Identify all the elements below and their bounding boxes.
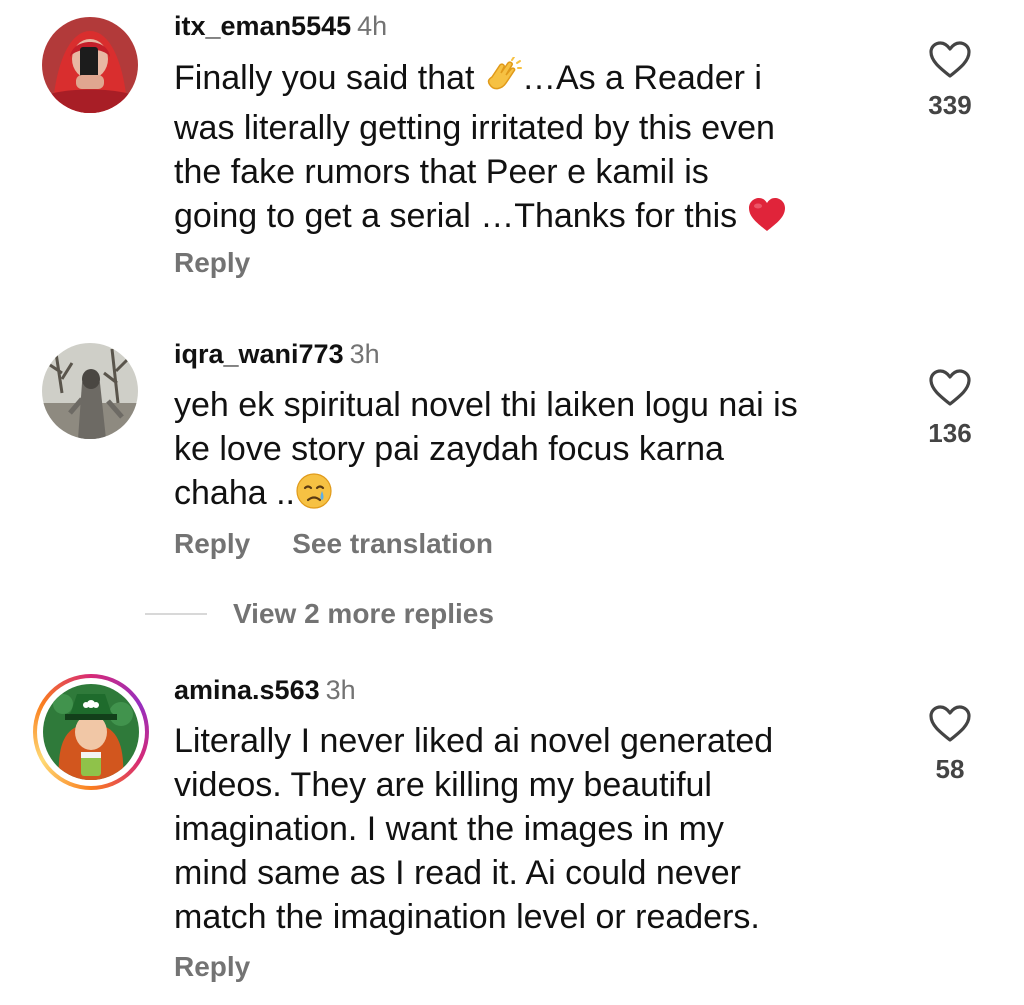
timestamp: 4h — [357, 11, 388, 41]
view-more-replies-label[interactable]: View 2 more replies — [233, 596, 494, 632]
comment-actions: Reply — [174, 950, 250, 984]
username[interactable]: itx_eman5545 — [174, 11, 351, 41]
username[interactable]: amina.s563 — [174, 675, 320, 705]
like-count: 58 — [935, 754, 965, 784]
comment-line: videos. They are killing my beautiful — [174, 766, 712, 804]
comment-line: chaha .. — [174, 474, 295, 512]
comment-actions: Reply — [174, 246, 250, 280]
comment-line: match the imagination level or readers. — [174, 898, 760, 936]
like-count: 339 — [928, 90, 972, 120]
comment-actions: Reply See translation — [174, 527, 493, 561]
heart-outline-icon[interactable] — [912, 40, 988, 80]
like-count: 136 — [928, 418, 972, 448]
heart-outline-icon[interactable] — [912, 368, 988, 408]
crying-face-emoji — [295, 472, 333, 521]
comment-line: ke love story pai zaydah focus karna — [174, 430, 724, 468]
timestamp: 3h — [325, 675, 356, 705]
like-control: 136 — [912, 368, 988, 448]
heart-outline-icon[interactable] — [912, 704, 988, 744]
comment-header: itx_eman5545 4h — [174, 10, 387, 42]
comment-line: going to get a serial …Thanks for this — [174, 197, 747, 235]
comment-header: iqra_wani773 3h — [174, 338, 380, 370]
reply-button[interactable]: Reply — [174, 246, 250, 280]
comment-line: was literally getting irritated by this … — [174, 109, 775, 147]
comment-line: Finally you said that — [174, 59, 484, 97]
avatar[interactable] — [42, 343, 138, 439]
comment-text: yeh ek spiritual novel thi laiken logu n… — [174, 383, 894, 521]
comment-line: Literally I never liked ai novel generat… — [174, 722, 774, 760]
timestamp: 3h — [349, 339, 380, 369]
thread-divider-line — [145, 613, 207, 615]
story-ring[interactable] — [33, 674, 149, 790]
reply-button[interactable]: Reply — [174, 950, 250, 984]
like-control: 339 — [912, 40, 988, 120]
avatar[interactable] — [43, 684, 139, 780]
like-control: 58 — [912, 704, 988, 784]
comment-line: yeh ek spiritual novel thi laiken logu n… — [174, 386, 798, 424]
red-heart-emoji — [747, 197, 787, 244]
clapping-hands-emoji — [484, 56, 522, 106]
comment-line: imagination. I want the images in my — [174, 810, 724, 848]
comment-line: the fake rumors that Peer e kamil is — [174, 153, 709, 191]
reply-button[interactable]: Reply — [174, 527, 250, 561]
comment-line: …As a Reader i — [521, 59, 762, 97]
avatar[interactable] — [42, 17, 138, 113]
see-translation-button[interactable]: See translation — [292, 527, 493, 561]
comment-header: amina.s563 3h — [174, 674, 356, 706]
username[interactable]: iqra_wani773 — [174, 339, 344, 369]
comment-text: Finally you said that …As a Reader i was… — [174, 56, 894, 244]
comment-text: Literally I never liked ai novel generat… — [174, 719, 894, 939]
comment-line: mind same as I read it. Ai could never — [174, 854, 741, 892]
